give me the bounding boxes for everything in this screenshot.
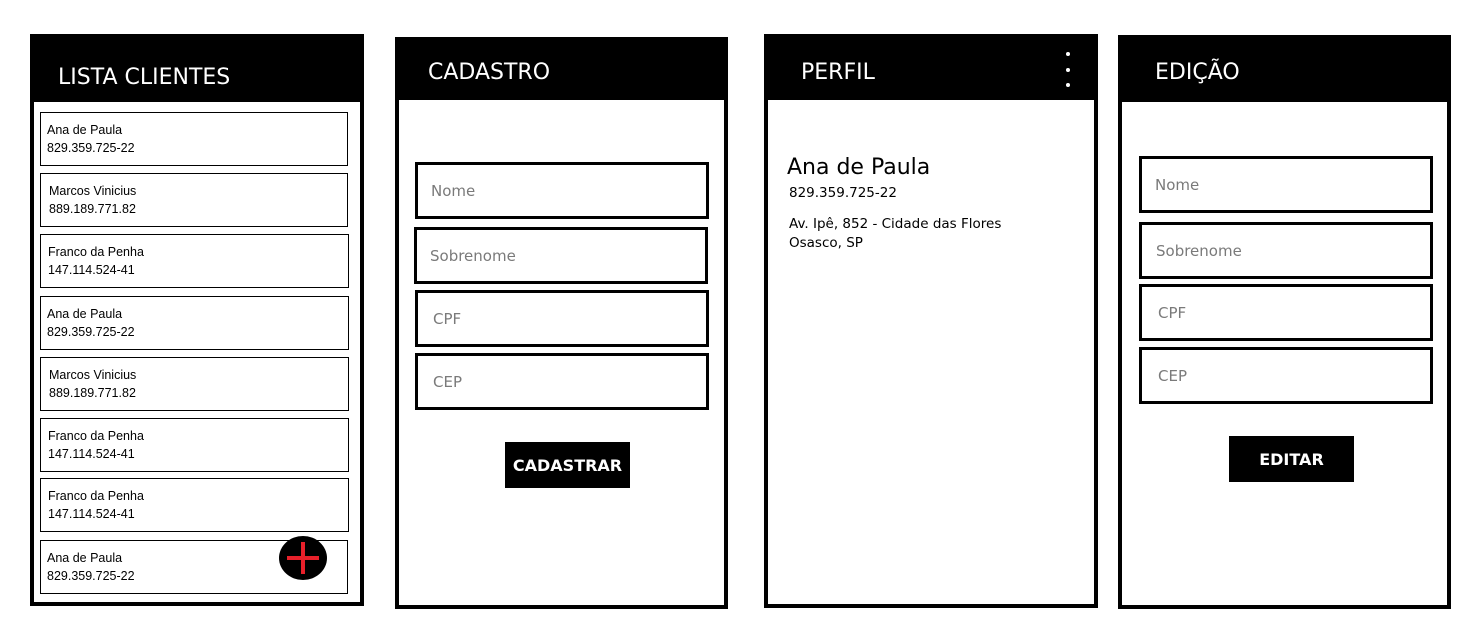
cpf-input[interactable] xyxy=(1142,287,1430,338)
client-list-item[interactable]: Marcos Vinicius 889.189.771.82 xyxy=(40,173,348,227)
client-name: Marcos Vinicius xyxy=(49,184,137,198)
sobrenome-input[interactable] xyxy=(417,230,705,281)
app-bar: PERFIL xyxy=(768,38,1094,100)
client-list-item[interactable]: Ana de Paula 829.359.725-22 xyxy=(40,296,349,350)
client-list-item[interactable]: Franco da Penha 147.114.524-41 xyxy=(40,234,349,288)
profile-cpf: 829.359.725-22 xyxy=(789,185,897,201)
client-name: Franco da Penha xyxy=(48,489,144,503)
screen-title: LISTA CLIENTES xyxy=(58,65,231,90)
app-bar: LISTA CLIENTES xyxy=(34,38,360,102)
perfil-screen: PERFIL Ana de Paula 829.359.725-22 Av. I… xyxy=(764,34,1098,608)
sobrenome-input[interactable] xyxy=(1142,225,1430,276)
client-name: Franco da Penha xyxy=(48,429,144,443)
cpf-field[interactable] xyxy=(415,290,709,347)
add-client-button[interactable] xyxy=(279,536,327,580)
client-cpf: 147.114.524-41 xyxy=(48,447,135,461)
cadastro-screen: CADASTRO CADASTRAR xyxy=(395,37,728,609)
client-cpf: 889.189.771.82 xyxy=(49,386,136,400)
client-cpf: 147.114.524-41 xyxy=(48,263,135,277)
screen-title: CADASTRO xyxy=(428,60,551,85)
editar-button[interactable]: EDITAR xyxy=(1229,436,1354,482)
nome-field[interactable] xyxy=(415,162,709,219)
nome-input[interactable] xyxy=(1142,159,1430,210)
client-cpf: 829.359.725-22 xyxy=(47,325,135,339)
client-name: Ana de Paula xyxy=(47,551,123,565)
profile-name: Ana de Paula xyxy=(787,155,931,180)
client-list-item[interactable]: Marcos Vinicius 889.189.771.82 xyxy=(40,357,349,411)
client-cpf: 829.359.725-22 xyxy=(47,569,135,583)
client-cpf: 889.189.771.82 xyxy=(49,202,136,216)
cpf-field[interactable] xyxy=(1139,284,1433,341)
plus-icon xyxy=(287,542,319,574)
nome-field[interactable] xyxy=(1139,156,1433,213)
client-name: Ana de Paula xyxy=(47,307,123,321)
profile-address-line2: Osasco, SP xyxy=(789,235,863,251)
screen-title: EDIÇÃO xyxy=(1155,60,1240,85)
nome-input[interactable] xyxy=(418,165,706,216)
app-bar: EDIÇÃO xyxy=(1122,39,1447,102)
edicao-screen: EDIÇÃO EDITAR xyxy=(1118,35,1451,609)
client-name: Ana de Paula xyxy=(47,123,123,137)
cpf-input[interactable] xyxy=(418,293,706,344)
sobrenome-field[interactable] xyxy=(414,227,708,284)
cep-input[interactable] xyxy=(1142,350,1430,401)
client-name: Franco da Penha xyxy=(48,245,144,259)
client-cpf: 147.114.524-41 xyxy=(48,507,135,521)
cadastrar-button[interactable]: CADASTRAR xyxy=(505,442,630,488)
cep-input[interactable] xyxy=(418,356,706,407)
client-list-item[interactable]: Franco da Penha 147.114.524-41 xyxy=(40,478,349,532)
client-cpf: 829.359.725-22 xyxy=(47,141,135,155)
more-vertical-icon[interactable] xyxy=(1062,50,1074,90)
client-list-item[interactable]: Franco da Penha 147.114.524-41 xyxy=(40,418,349,472)
client-list-item[interactable]: Ana de Paula 829.359.725-22 xyxy=(40,112,348,166)
screen-title: PERFIL xyxy=(801,60,875,85)
cep-field[interactable] xyxy=(1139,347,1433,404)
lista-clientes-screen: LISTA CLIENTES Ana de Paula 829.359.725-… xyxy=(30,34,364,606)
sobrenome-field[interactable] xyxy=(1139,222,1433,279)
profile-address-line1: Av. Ipê, 852 - Cidade das Flores xyxy=(789,216,1002,232)
client-name: Marcos Vinicius xyxy=(49,368,137,382)
cep-field[interactable] xyxy=(415,353,709,410)
app-bar: CADASTRO xyxy=(399,41,724,100)
